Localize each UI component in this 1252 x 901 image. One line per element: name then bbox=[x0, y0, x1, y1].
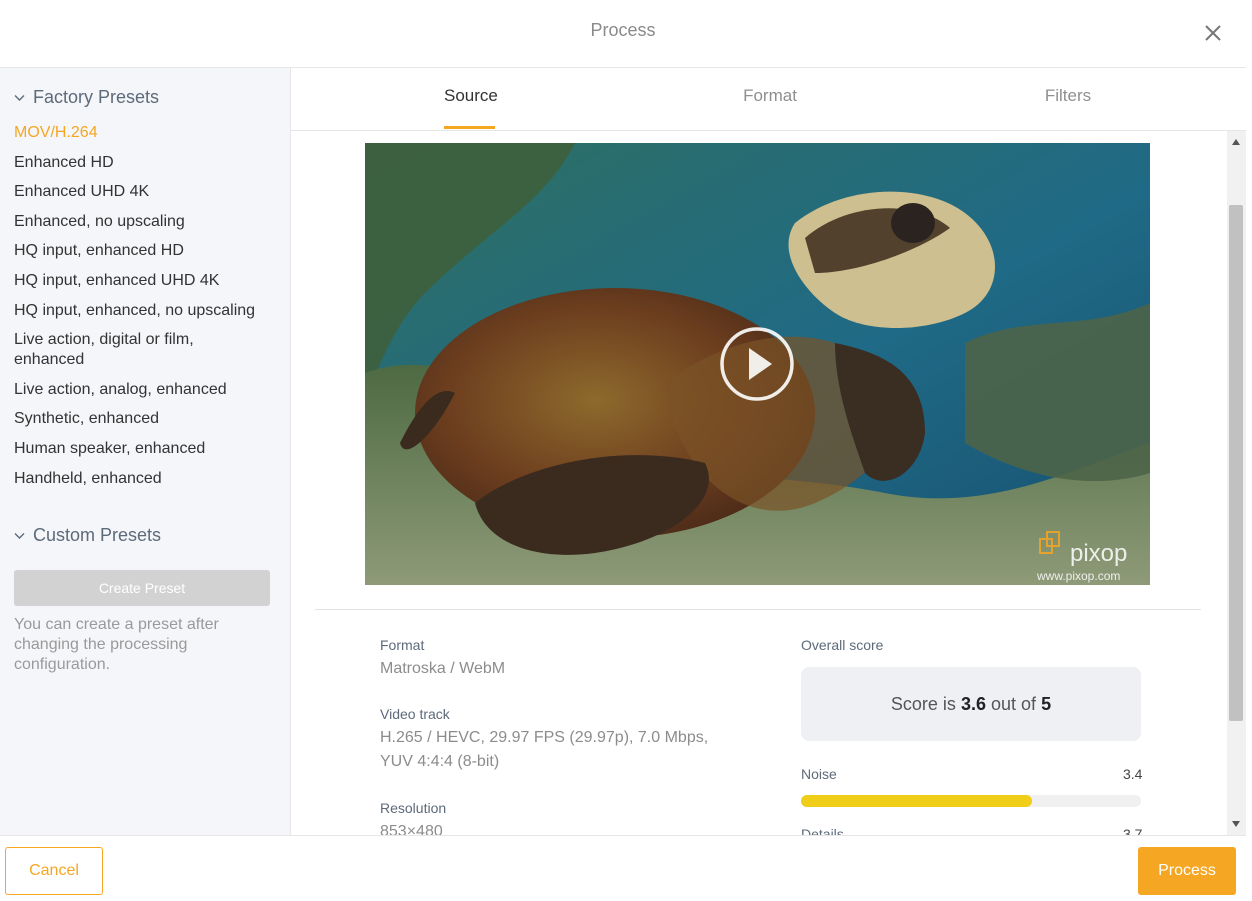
tab-filters[interactable]: Filters bbox=[1043, 86, 1093, 106]
score-max: 5 bbox=[1041, 694, 1051, 714]
score-box: Score is 3.6 out of 5 bbox=[801, 667, 1141, 741]
noise-bar bbox=[801, 795, 1141, 807]
video-track-value: H.265 / HEVC, 29.97 FPS (29.97p), 7.0 Mb… bbox=[380, 726, 710, 774]
tab-source[interactable]: Source bbox=[444, 86, 496, 106]
details-label: Details bbox=[801, 826, 844, 835]
factory-preset-list: MOV/H.264 Enhanced HD Enhanced UHD 4K En… bbox=[14, 123, 276, 498]
noise-value: 3.4 bbox=[1123, 766, 1142, 782]
format-label: Format bbox=[380, 637, 424, 653]
scroll-down-arrow[interactable] bbox=[1232, 821, 1240, 827]
resolution-value: 853×480 bbox=[380, 820, 443, 835]
scroll-thumb[interactable] bbox=[1229, 205, 1243, 721]
preset-item[interactable]: Handheld, enhanced bbox=[14, 469, 276, 489]
watermark-url: www.pixop.com bbox=[1036, 569, 1120, 583]
scroll-up-arrow[interactable] bbox=[1232, 139, 1240, 145]
watermark-brand: pixop bbox=[1070, 540, 1127, 567]
preset-item[interactable]: Human speaker, enhanced bbox=[14, 439, 276, 459]
preset-item[interactable]: MOV/H.264 bbox=[14, 123, 276, 143]
dialog-title: Process bbox=[0, 20, 1246, 41]
preset-item[interactable]: HQ input, enhanced UHD 4K bbox=[14, 271, 276, 291]
close-icon bbox=[1202, 22, 1224, 44]
tab-format[interactable]: Format bbox=[740, 86, 800, 106]
preset-item[interactable]: Live action, analog, enhanced bbox=[14, 380, 276, 400]
create-preset-note: You can create a preset after changing t… bbox=[14, 615, 264, 675]
custom-presets-toggle[interactable]: Custom Presets bbox=[14, 525, 161, 546]
noise-bar-fill bbox=[801, 795, 1032, 807]
video-preview[interactable]: pixop www.pixop.com bbox=[365, 143, 1150, 585]
custom-presets-heading: Custom Presets bbox=[33, 525, 161, 546]
process-button[interactable]: Process bbox=[1138, 847, 1236, 895]
score-prefix: Score is bbox=[891, 694, 956, 714]
chevron-down-icon bbox=[14, 530, 25, 541]
create-preset-button[interactable]: Create Preset bbox=[14, 570, 270, 606]
content-divider bbox=[315, 609, 1201, 610]
score-middle: out of bbox=[991, 694, 1036, 714]
dialog-footer: Cancel Process bbox=[0, 835, 1246, 901]
factory-presets-toggle[interactable]: Factory Presets bbox=[14, 87, 159, 108]
preset-item[interactable]: Enhanced HD bbox=[14, 153, 276, 173]
preset-item[interactable]: Synthetic, enhanced bbox=[14, 409, 276, 429]
dialog-header: Process bbox=[0, 0, 1246, 68]
format-value: Matroska / WebM bbox=[380, 657, 505, 681]
preset-sidebar: Factory Presets MOV/H.264 Enhanced HD En… bbox=[0, 68, 291, 835]
video-frame: pixop www.pixop.com bbox=[365, 143, 1150, 585]
score-value: 3.6 bbox=[961, 694, 986, 714]
overall-score-label: Overall score bbox=[801, 637, 883, 653]
tab-bar: Source Format Filters bbox=[291, 68, 1246, 131]
active-tab-indicator bbox=[444, 126, 495, 129]
preset-item[interactable]: HQ input, enhanced, no upscaling bbox=[14, 301, 276, 321]
preset-item[interactable]: HQ input, enhanced HD bbox=[14, 241, 276, 261]
preset-item[interactable]: Live action, digital or film, enhanced bbox=[14, 330, 219, 370]
details-value: 3.7 bbox=[1123, 826, 1142, 835]
resolution-label: Resolution bbox=[380, 800, 446, 816]
factory-presets-heading: Factory Presets bbox=[33, 87, 159, 108]
video-track-label: Video track bbox=[380, 706, 450, 722]
close-button[interactable] bbox=[1202, 22, 1224, 44]
cancel-button[interactable]: Cancel bbox=[5, 847, 103, 895]
noise-label: Noise bbox=[801, 766, 837, 782]
source-panel: pixop www.pixop.com Format Matroska / We… bbox=[291, 131, 1226, 835]
content-scrollbar[interactable] bbox=[1227, 131, 1246, 835]
preset-item[interactable]: Enhanced UHD 4K bbox=[14, 182, 276, 202]
preset-item[interactable]: Enhanced, no upscaling bbox=[14, 212, 276, 232]
chevron-down-icon bbox=[14, 92, 25, 103]
